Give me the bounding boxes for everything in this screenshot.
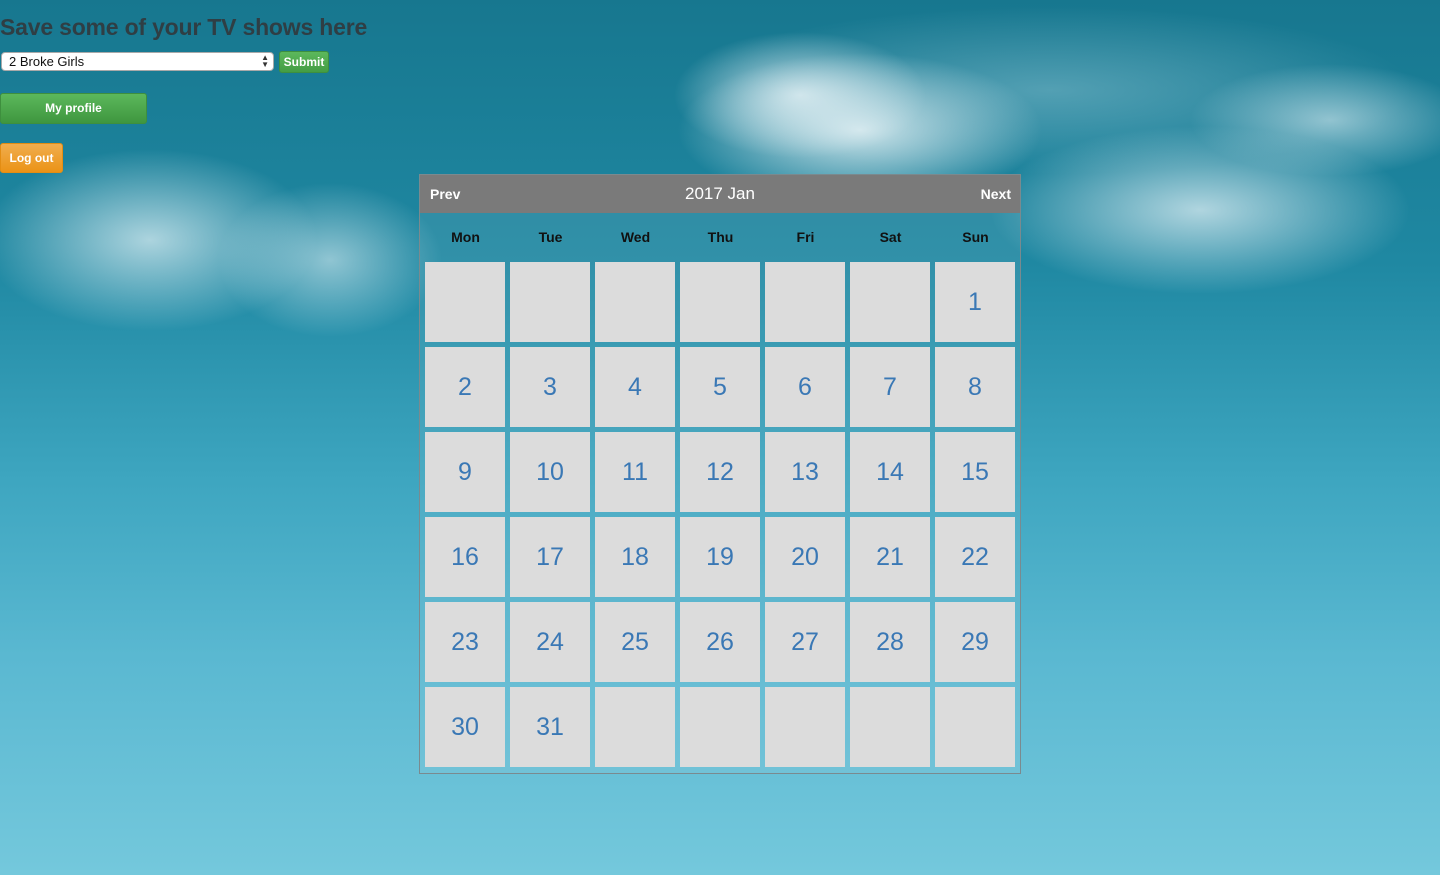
- weekday-mon: Mon: [451, 229, 480, 245]
- day-cell[interactable]: 13: [765, 432, 845, 512]
- day-cell[interactable]: 20: [765, 517, 845, 597]
- my-profile-button[interactable]: My profile: [0, 93, 147, 124]
- weekday-sat: Sat: [879, 229, 902, 245]
- calendar-month-title: 2017 Jan: [685, 184, 755, 203]
- weekday-wed: Wed: [620, 229, 651, 245]
- day-cell[interactable]: 25: [595, 602, 675, 682]
- day-cell[interactable]: 4: [595, 347, 675, 427]
- day-cell[interactable]: 23: [425, 602, 505, 682]
- day-cell[interactable]: 11: [595, 432, 675, 512]
- day-cell[interactable]: 28: [850, 602, 930, 682]
- page-title: Save some of your TV shows here: [0, 14, 368, 40]
- calendar: 2017 Jan Prev Next Mon Tue Wed Thu Fri S…: [419, 174, 1021, 774]
- empty-day-cell: [425, 262, 505, 342]
- empty-day-cell: [850, 262, 930, 342]
- day-cell[interactable]: 31: [510, 687, 590, 767]
- day-cell[interactable]: 16: [425, 517, 505, 597]
- day-cell[interactable]: 10: [510, 432, 590, 512]
- empty-day-cell: [850, 687, 930, 767]
- day-cell[interactable]: 18: [595, 517, 675, 597]
- day-cell[interactable]: 21: [850, 517, 930, 597]
- day-cell[interactable]: 27: [765, 602, 845, 682]
- logout-button[interactable]: Log out: [0, 143, 63, 173]
- day-cell[interactable]: 6: [765, 347, 845, 427]
- day-cell[interactable]: 9: [425, 432, 505, 512]
- weekday-fri: Fri: [796, 229, 815, 245]
- day-cell[interactable]: 29: [935, 602, 1015, 682]
- day-cell[interactable]: 30: [425, 687, 505, 767]
- day-grid: 1 2 3 4 5 6 7 8 9 10 11 12 13 14 15 16 17 18 19 20 21 22 23 24 2…: [420, 262, 1020, 767]
- empty-day-cell: [595, 262, 675, 342]
- day-cell[interactable]: 8: [935, 347, 1015, 427]
- empty-day-cell: [510, 262, 590, 342]
- day-cell[interactable]: 12: [680, 432, 760, 512]
- day-cell[interactable]: 2: [425, 347, 505, 427]
- show-select-value: 2 Broke Girls: [9, 54, 85, 69]
- day-cell[interactable]: 1: [935, 262, 1015, 342]
- day-cell[interactable]: 3: [510, 347, 590, 427]
- weekday-tue: Tue: [538, 229, 563, 245]
- empty-day-cell: [680, 262, 760, 342]
- day-cell[interactable]: 7: [850, 347, 930, 427]
- day-cell[interactable]: 22: [935, 517, 1015, 597]
- submit-button[interactable]: Submit: [279, 51, 329, 73]
- empty-day-cell: [765, 262, 845, 342]
- empty-day-cell: [680, 687, 760, 767]
- day-cell[interactable]: 26: [680, 602, 760, 682]
- day-cell[interactable]: 24: [510, 602, 590, 682]
- day-cell[interactable]: 17: [510, 517, 590, 597]
- empty-day-cell: [765, 687, 845, 767]
- day-cell[interactable]: 19: [680, 517, 760, 597]
- calendar-header: 2017 Jan Prev Next: [420, 175, 1020, 213]
- weekday-row: Mon Tue Wed Thu Fri Sat Sun: [420, 213, 1020, 262]
- next-month-button[interactable]: Next: [981, 175, 1011, 213]
- weekday-sun: Sun: [962, 229, 989, 245]
- prev-month-button[interactable]: Prev: [430, 175, 460, 213]
- select-arrows-icon: ▲ ▼: [261, 53, 269, 69]
- day-cell[interactable]: 15: [935, 432, 1015, 512]
- day-cell[interactable]: 5: [680, 347, 760, 427]
- empty-day-cell: [935, 687, 1015, 767]
- empty-day-cell: [595, 687, 675, 767]
- show-select[interactable]: 2 Broke Girls ▲ ▼: [1, 52, 274, 71]
- day-cell[interactable]: 14: [850, 432, 930, 512]
- weekday-thu: Thu: [707, 229, 734, 245]
